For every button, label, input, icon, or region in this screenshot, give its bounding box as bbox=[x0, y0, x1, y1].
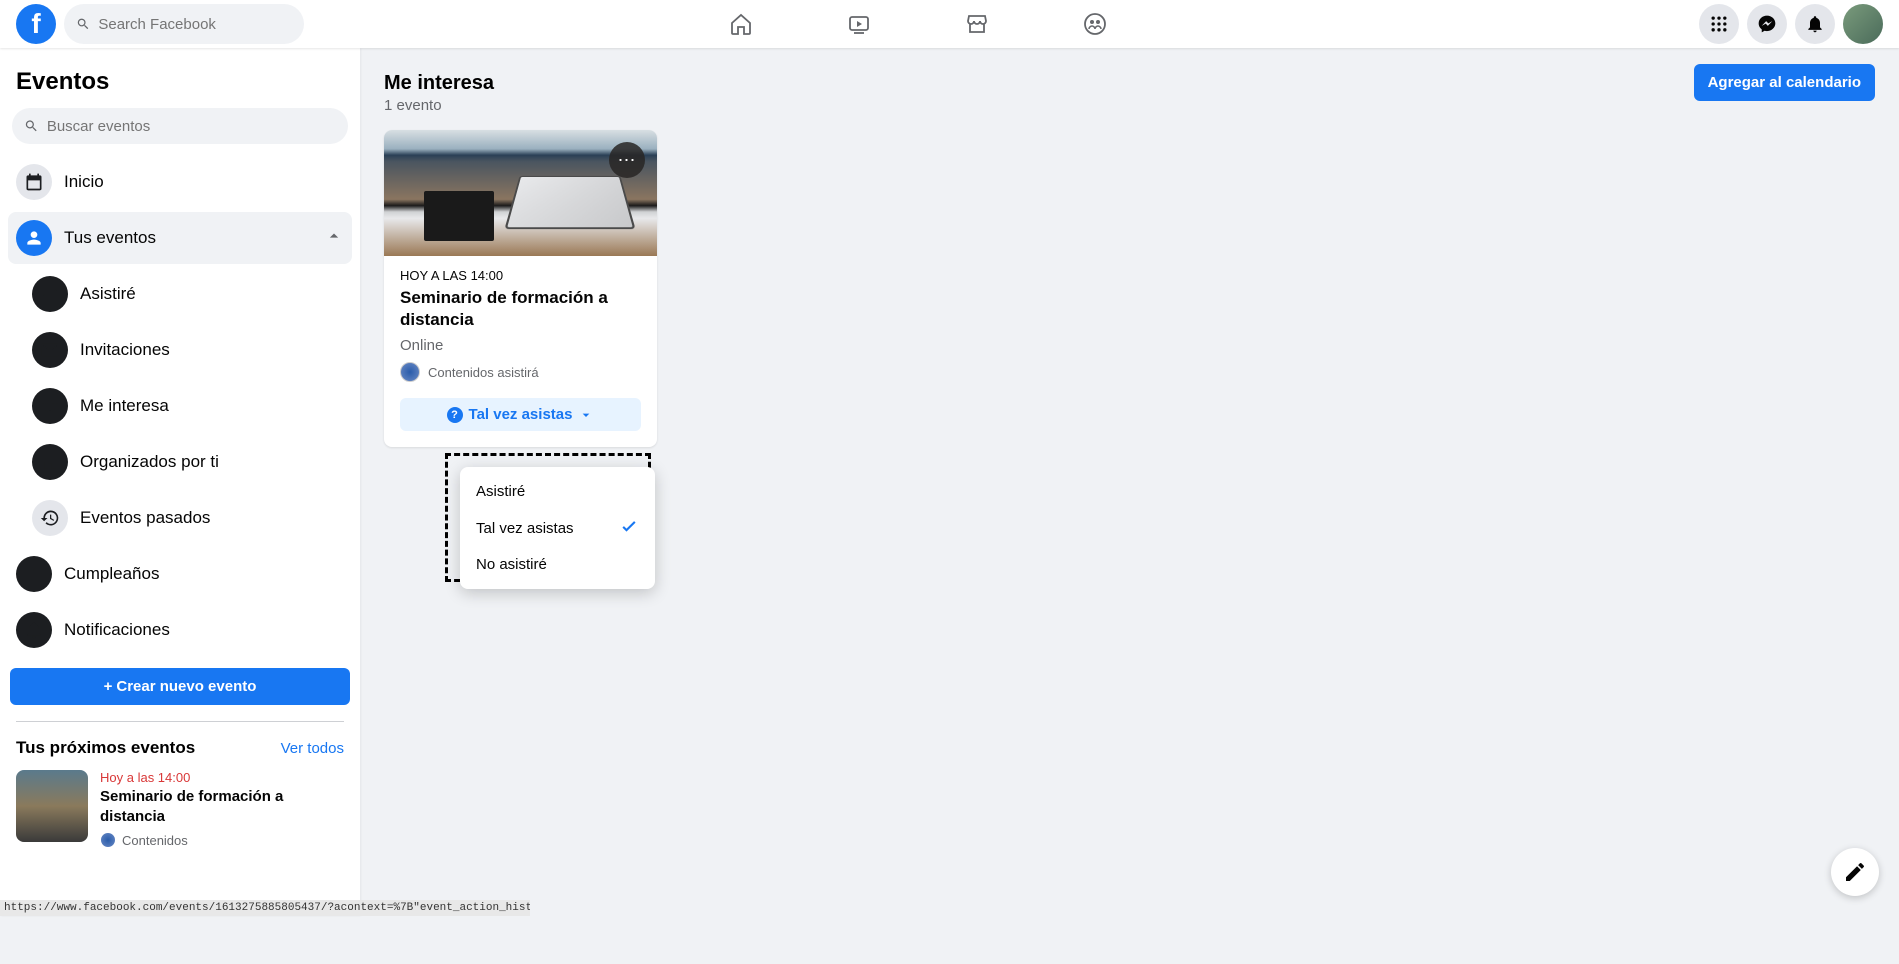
event-attendee-row: Contenidos asistirá bbox=[400, 362, 641, 382]
messenger-button[interactable] bbox=[1747, 4, 1787, 44]
left-sidebar: Eventos Inicio Tus eventos Asistiré Invi… bbox=[0, 48, 360, 916]
status-bar-url: https://www.facebook.com/events/16132758… bbox=[0, 900, 530, 916]
check-icon bbox=[619, 516, 639, 540]
create-event-button[interactable]: + Crear nuevo evento bbox=[10, 668, 350, 705]
event-title: Seminario de formación a distancia bbox=[400, 287, 641, 331]
event-location: Online bbox=[400, 337, 641, 354]
sidebar-label: Invitaciones bbox=[80, 340, 344, 360]
history-icon bbox=[32, 500, 68, 536]
section-title: Me interesa bbox=[384, 72, 494, 95]
event-time: HOY A LAS 14:00 bbox=[400, 268, 641, 283]
attendee-text: Contenidos asistirá bbox=[428, 365, 539, 380]
cake-icon bbox=[16, 556, 52, 592]
facebook-logo[interactable]: f bbox=[16, 4, 56, 44]
main-header: Me interesa 1 evento Agregar al calendar… bbox=[384, 64, 1875, 114]
navbar-right bbox=[1699, 4, 1883, 44]
sidebar-item-birthdays[interactable]: Cumpleaños bbox=[8, 548, 352, 600]
menu-button[interactable] bbox=[1699, 4, 1739, 44]
compose-button[interactable] bbox=[1831, 848, 1879, 896]
sidebar-item-past[interactable]: Eventos pasados bbox=[24, 492, 352, 544]
sidebar-item-home[interactable]: Inicio bbox=[8, 156, 352, 208]
sidebar-label: Me interesa bbox=[80, 396, 344, 416]
tab-groups[interactable] bbox=[1040, 0, 1150, 48]
see-all-link[interactable]: Ver todos bbox=[281, 740, 344, 757]
events-search-input[interactable] bbox=[47, 118, 336, 135]
events-search[interactable] bbox=[12, 108, 348, 144]
dropdown-label: Asistiré bbox=[476, 483, 525, 500]
bell-icon bbox=[1805, 14, 1825, 34]
sidebar-label: Asistiré bbox=[80, 284, 344, 304]
search-icon bbox=[76, 16, 90, 32]
section-count: 1 evento bbox=[384, 97, 494, 114]
add-to-calendar-button[interactable]: Agregar al calendario bbox=[1694, 64, 1875, 101]
chevron-up-icon bbox=[324, 226, 344, 251]
sidebar-label: Eventos pasados bbox=[80, 508, 344, 528]
event-info: Hoy a las 14:00 Seminario de formación a… bbox=[100, 770, 344, 848]
calendar-icon bbox=[16, 164, 52, 200]
chevron-down-icon bbox=[578, 407, 594, 423]
rsvp-label: Tal vez asistas bbox=[469, 406, 573, 423]
event-attendee: Contenidos bbox=[100, 832, 344, 848]
compose-icon bbox=[1843, 860, 1867, 884]
create-label: Crear nuevo evento bbox=[116, 678, 256, 695]
event-card[interactable]: ⋯ HOY A LAS 14:00 Seminario de formación… bbox=[384, 130, 657, 447]
bell-icon bbox=[16, 612, 52, 648]
tab-watch[interactable] bbox=[804, 0, 914, 48]
envelope-icon bbox=[32, 332, 68, 368]
sidebar-item-invites[interactable]: Invitaciones bbox=[24, 324, 352, 376]
attendee-avatar bbox=[400, 362, 420, 382]
profile-avatar[interactable] bbox=[1843, 4, 1883, 44]
sidebar-label: Cumpleaños bbox=[64, 564, 344, 584]
attendee-avatar bbox=[100, 832, 116, 848]
navbar-center bbox=[136, 0, 1699, 48]
notifications-button[interactable] bbox=[1795, 4, 1835, 44]
sidebar-sub-items: Asistiré Invitaciones Me interesa Organi… bbox=[24, 268, 352, 544]
dropdown-label: No asistiré bbox=[476, 556, 547, 573]
sidebar-item-notifications[interactable]: Notificaciones bbox=[8, 604, 352, 656]
event-thumbnail bbox=[16, 770, 88, 842]
upcoming-header: Tus próximos eventos Ver todos bbox=[8, 734, 352, 762]
watch-icon bbox=[847, 12, 871, 36]
attendee-name: Contenidos bbox=[122, 833, 188, 848]
sidebar-item-your-events[interactable]: Tus eventos bbox=[8, 212, 352, 264]
sidebar-item-interested[interactable]: Me interesa bbox=[24, 380, 352, 432]
top-navbar: f bbox=[0, 0, 1899, 48]
dropdown-maybe[interactable]: Tal vez asistas bbox=[468, 508, 647, 548]
dropdown-going[interactable]: Asistiré bbox=[468, 475, 647, 508]
search-icon bbox=[24, 118, 39, 134]
dropdown-label: Tal vez asistas bbox=[476, 520, 574, 537]
event-title: Seminario de formación a distancia bbox=[100, 787, 344, 826]
event-time: Hoy a las 14:00 bbox=[100, 770, 344, 785]
rsvp-button[interactable]: ? Tal vez asistas bbox=[400, 398, 641, 431]
rsvp-dropdown: Asistiré Tal vez asistas No asistiré bbox=[460, 467, 655, 589]
plus-icon: + bbox=[104, 678, 113, 695]
user-icon bbox=[16, 220, 52, 256]
marketplace-icon bbox=[965, 12, 989, 36]
sidebar-item-going[interactable]: Asistiré bbox=[24, 268, 352, 320]
tab-marketplace[interactable] bbox=[922, 0, 1032, 48]
question-icon: ? bbox=[447, 407, 463, 423]
groups-icon bbox=[1083, 12, 1107, 36]
check-circle-icon bbox=[32, 276, 68, 312]
star-icon bbox=[32, 388, 68, 424]
grid-icon bbox=[1709, 14, 1729, 34]
sidebar-label: Tus eventos bbox=[64, 228, 312, 248]
card-body: HOY A LAS 14:00 Seminario de formación a… bbox=[384, 256, 657, 398]
messenger-icon bbox=[1757, 14, 1777, 34]
sidebar-label: Organizados por ti bbox=[80, 452, 344, 472]
upcoming-title: Tus próximos eventos bbox=[16, 738, 195, 758]
card-more-button[interactable]: ⋯ bbox=[609, 142, 645, 178]
upcoming-event-item[interactable]: Hoy a las 14:00 Seminario de formación a… bbox=[8, 762, 352, 856]
sidebar-label: Inicio bbox=[64, 172, 344, 192]
home-icon bbox=[729, 12, 753, 36]
sidebar-item-hosting[interactable]: Organizados por ti bbox=[24, 436, 352, 488]
page-title: Eventos bbox=[8, 60, 352, 104]
dropdown-not-going[interactable]: No asistiré bbox=[468, 548, 647, 581]
main-content: Me interesa 1 evento Agregar al calendar… bbox=[360, 48, 1899, 463]
house-icon bbox=[32, 444, 68, 480]
divider bbox=[16, 721, 344, 722]
sidebar-label: Notificaciones bbox=[64, 620, 344, 640]
tab-home[interactable] bbox=[686, 0, 796, 48]
